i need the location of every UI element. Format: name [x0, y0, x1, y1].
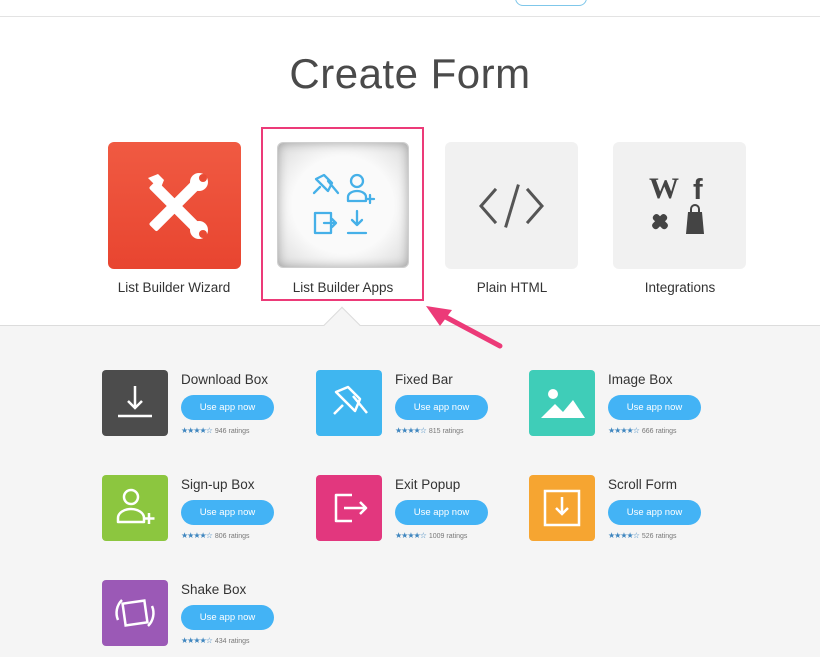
list-builder-wizard-card[interactable] [108, 142, 241, 269]
rating: ★★★★☆ 806 ratings [181, 531, 250, 540]
use-app-button[interactable]: Use app now [395, 395, 488, 420]
ratings-count: 806 ratings [214, 533, 250, 540]
app-download-box: Download Box Use app now ★★★★☆ 946 rating… [102, 370, 302, 440]
top-pill-button[interactable] [515, 0, 587, 6]
use-app-button[interactable]: Use app now [181, 605, 274, 630]
integrations-card[interactable]: W f [613, 142, 746, 269]
use-app-button[interactable]: Use app now [395, 500, 488, 525]
ratings-count: 666 ratings [641, 428, 677, 435]
ratings-count: 815 ratings [428, 428, 464, 435]
svg-text:f: f [693, 174, 703, 206]
download-icon[interactable] [102, 370, 168, 436]
shake-icon[interactable] [102, 580, 168, 646]
use-app-button[interactable]: Use app now [181, 500, 274, 525]
stars-icon: ★★★★☆ [395, 531, 427, 540]
app-name: Image Box [608, 372, 673, 387]
app-name: Exit Popup [395, 477, 461, 492]
rating: ★★★★☆ 666 ratings [608, 426, 677, 435]
svg-text:W: W [649, 172, 679, 205]
scroll-down-icon[interactable] [529, 475, 595, 541]
ratings-count: 946 ratings [214, 428, 250, 435]
exit-icon[interactable] [316, 475, 382, 541]
annotation-arrow [426, 306, 503, 349]
selection-highlight [261, 127, 424, 301]
pin-icon[interactable] [316, 370, 382, 436]
use-app-button[interactable]: Use app now [181, 395, 274, 420]
top-bar [0, 0, 820, 17]
integrations-icon: W f [649, 172, 704, 234]
page-title: Create Form [289, 50, 531, 97]
stars-icon: ★★★★☆ [181, 426, 213, 435]
app-fixed-bar: Fixed Bar Use app now ★★★★☆ 815 ratings [316, 370, 516, 440]
stars-icon: ★★★★☆ [608, 426, 640, 435]
stars-icon: ★★★★☆ [608, 531, 640, 540]
ratings-count: 1009 ratings [428, 533, 468, 540]
stars-icon: ★★★★☆ [395, 426, 427, 435]
app-name: Fixed Bar [395, 372, 453, 387]
integrations-label[interactable]: Integrations [595, 280, 765, 295]
stars-icon: ★★★★☆ [181, 636, 213, 645]
stars-icon: ★★★★☆ [181, 531, 213, 540]
app-signup-box: Sign-up Box Use app now ★★★★☆ 806 ratings [102, 475, 302, 545]
plain-html-card[interactable] [445, 142, 578, 269]
use-app-button[interactable]: Use app now [608, 500, 701, 525]
app-name: Scroll Form [608, 477, 678, 492]
app-name: Sign-up Box [181, 477, 255, 492]
add-user-icon[interactable] [102, 475, 168, 541]
use-app-button[interactable]: Use app now [608, 395, 701, 420]
tools-icon [148, 173, 208, 239]
plain-html-label[interactable]: Plain HTML [427, 280, 597, 295]
ratings-count: 526 ratings [641, 533, 677, 540]
app-image-box: Image Box Use app now ★★★★☆ 666 ratings [529, 370, 729, 440]
rating: ★★★★☆ 1009 ratings [395, 531, 467, 540]
app-name: Shake Box [181, 582, 247, 597]
app-name: Download Box [181, 372, 269, 387]
rating: ★★★★☆ 815 ratings [395, 426, 464, 435]
app-exit-popup: Exit Popup Use app now ★★★★☆ 1009 ratings [316, 475, 516, 545]
app-scroll-form: Scroll Form Use app now ★★★★☆ 526 ratings [529, 475, 729, 545]
rating: ★★★★☆ 434 ratings [181, 636, 250, 645]
code-icon [479, 184, 544, 228]
image-icon[interactable] [529, 370, 595, 436]
rating: ★★★★☆ 946 ratings [181, 426, 250, 435]
ratings-count: 434 ratings [214, 638, 250, 645]
rating: ★★★★☆ 526 ratings [608, 531, 677, 540]
app-shake-box: Shake Box Use app now ★★★★☆ 434 ratings [102, 580, 302, 650]
list-builder-wizard-label[interactable]: List Builder Wizard [89, 280, 259, 295]
